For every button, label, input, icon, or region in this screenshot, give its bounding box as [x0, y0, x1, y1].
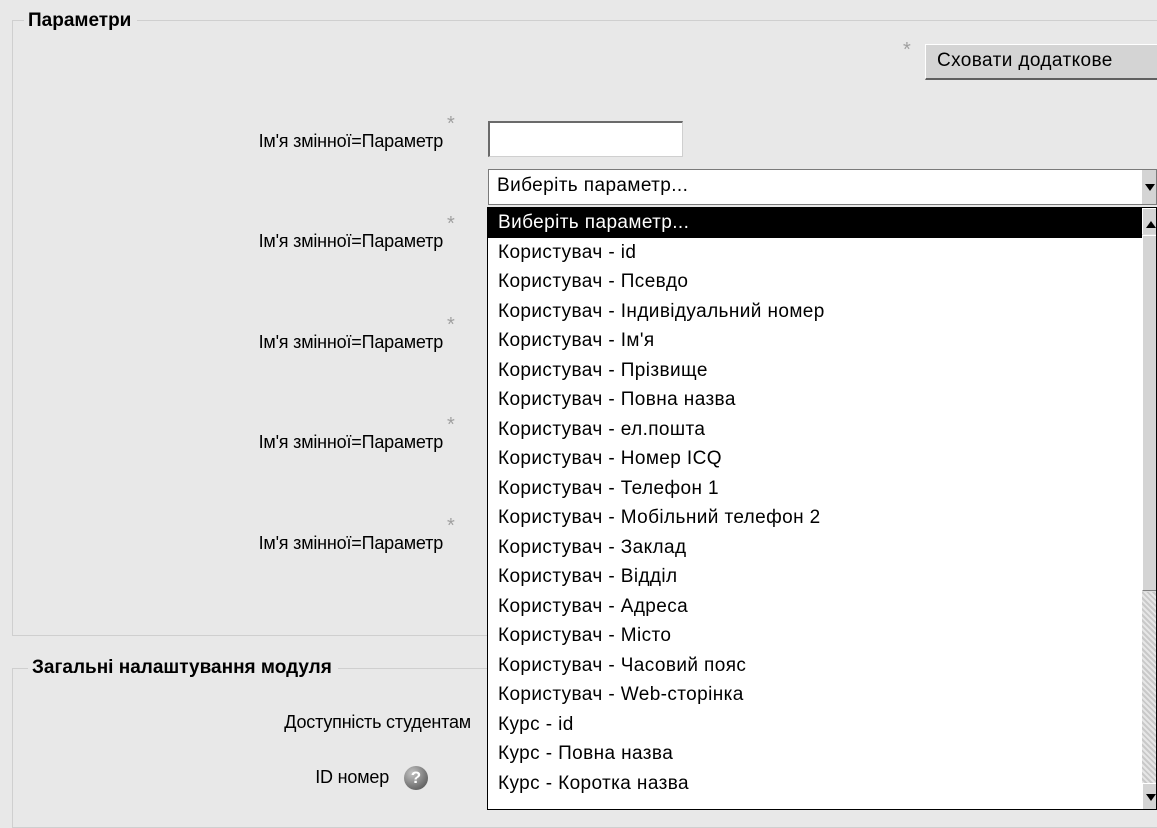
scroll-up-button[interactable]: [1142, 208, 1156, 234]
param-label-1: Ім'я змінної=Параметр: [258, 131, 444, 151]
dropdown-option[interactable]: Користувач - Відділ: [488, 562, 1156, 592]
hide-advanced-button[interactable]: Сховати додаткове: [925, 44, 1157, 80]
dropdown-option[interactable]: Користувач - Номер ICQ: [488, 444, 1156, 474]
dropdown-option[interactable]: Користувач - Ім'я: [488, 326, 1156, 356]
dropdown-option[interactable]: Користувач - ел.пошта: [488, 415, 1156, 445]
dropdown-option[interactable]: Курс - Повна назва: [488, 739, 1156, 769]
dropdown-option[interactable]: Користувач - Адреса: [488, 592, 1156, 622]
param-label-3: Ім'я змінної=Параметр: [258, 332, 444, 352]
dropdown-option[interactable]: Користувач - Прізвище: [488, 356, 1156, 386]
general-settings-legend: Загальні налаштування модуля: [28, 657, 338, 679]
scrollbar-track[interactable]: [1142, 592, 1156, 783]
required-star-5: *: [447, 515, 455, 537]
param-label-2: Ім'я змінної=Параметр: [258, 231, 444, 251]
required-star-4: *: [447, 414, 455, 436]
help-question-icon[interactable]: ?: [404, 766, 428, 790]
param-label-5: Ім'я змінної=Параметр: [258, 533, 444, 553]
param-name-input-1[interactable]: [488, 121, 683, 157]
dropdown-option[interactable]: Користувач - Місто: [488, 621, 1156, 651]
parameter-select-value: Виберіть параметр...: [497, 175, 689, 196]
dropdown-option[interactable]: Користувач - Заклад: [488, 533, 1156, 563]
parameter-select[interactable]: Виберіть параметр...: [488, 169, 1157, 205]
dropdown-option[interactable]: Користувач - Повна назва: [488, 385, 1156, 415]
required-star: *: [903, 39, 911, 61]
required-star-2: *: [447, 213, 455, 235]
required-star-1: *: [447, 113, 455, 135]
visibility-label: Доступність студентам: [284, 712, 471, 732]
scroll-down-button[interactable]: [1142, 783, 1156, 809]
dropdown-option[interactable]: Користувач - Телефон 1: [488, 474, 1156, 504]
required-star-3: *: [447, 314, 455, 336]
dropdown-option[interactable]: Користувач - Мобільний телефон 2: [488, 503, 1156, 533]
dropdown-option[interactable]: Користувач - Часовий пояс: [488, 651, 1156, 681]
scroll-down-arrow-icon: [1146, 794, 1156, 801]
select-dropdown-arrow[interactable]: [1141, 170, 1156, 204]
parameter-dropdown-list: Виберіть параметр... Користувач - id Кор…: [487, 207, 1157, 810]
parameters-legend: Параметри: [24, 10, 138, 32]
dropdown-scrollbar[interactable]: [1142, 208, 1156, 809]
dropdown-option[interactable]: Користувач - id: [488, 238, 1156, 268]
dropdown-option[interactable]: Курс - Коротка назва: [488, 769, 1156, 799]
chevron-down-icon: [1145, 184, 1155, 191]
dropdown-option[interactable]: Користувач - Псевдо: [488, 267, 1156, 297]
id-number-label: ID номер: [315, 767, 389, 787]
scrollbar-thumb[interactable]: [1142, 235, 1156, 591]
dropdown-option[interactable]: Курс - id: [488, 710, 1156, 740]
dropdown-option[interactable]: Виберіть параметр...: [488, 208, 1156, 238]
param-label-4: Ім'я змінної=Параметр: [258, 432, 444, 452]
dropdown-option[interactable]: Користувач - Web-сторінка: [488, 680, 1156, 710]
scroll-up-arrow-icon: [1146, 221, 1156, 228]
dropdown-option[interactable]: Користувач - Індивідуальний номер: [488, 297, 1156, 327]
